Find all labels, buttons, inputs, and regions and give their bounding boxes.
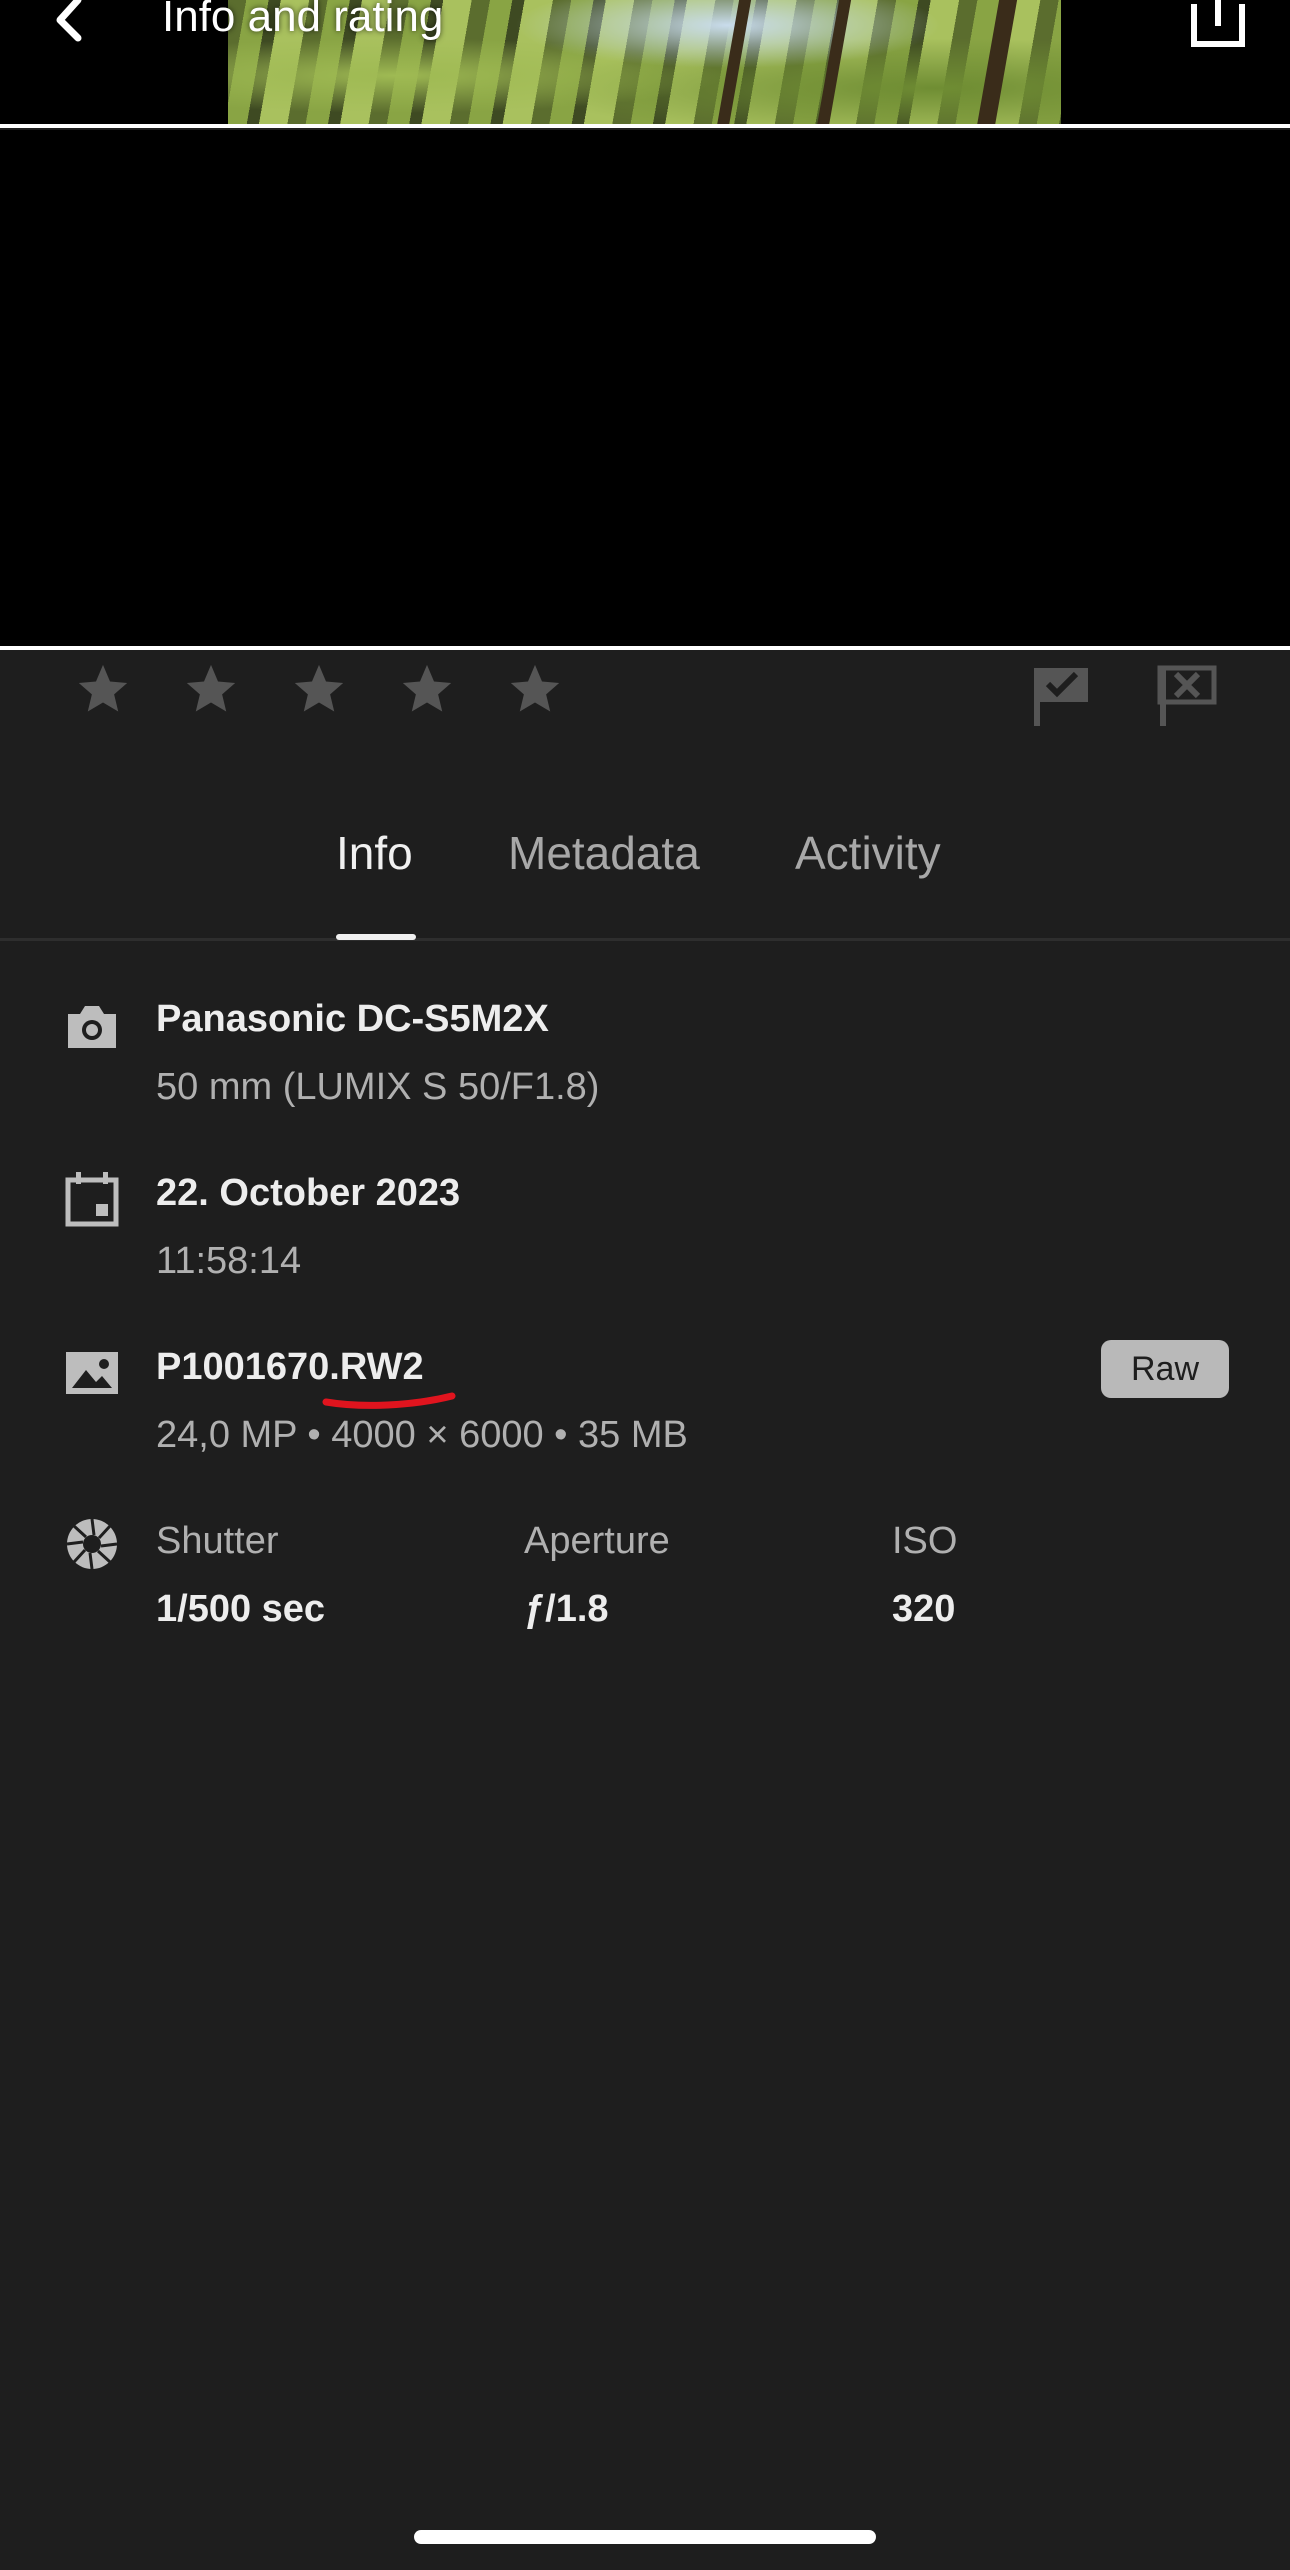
- image-icon: [66, 1352, 118, 1394]
- tab-info[interactable]: Info: [336, 826, 413, 880]
- reject-flag-icon[interactable]: [1156, 664, 1220, 728]
- capture-time: 11:58:14: [156, 1240, 302, 1282]
- page-title: Info and rating: [162, 0, 444, 41]
- tab-bar: Info Metadata Activity: [0, 810, 1290, 940]
- tree-trunk: [716, 0, 752, 126]
- star-icon[interactable]: [74, 660, 132, 718]
- aperture-icon: [66, 1518, 118, 1570]
- aperture-value: ƒ/1.8: [524, 1588, 609, 1630]
- active-tab-indicator: [336, 934, 416, 940]
- shutter-value: 1/500 sec: [156, 1588, 326, 1630]
- raw-badge: Raw: [1101, 1340, 1229, 1398]
- star-rating[interactable]: [74, 660, 564, 730]
- capture-date: 22. October 2023: [156, 1172, 461, 1214]
- tab-activity[interactable]: Activity: [795, 826, 941, 880]
- lens-info: 50 mm (LUMIX S 50/F1.8): [156, 1066, 600, 1108]
- camera-model: Panasonic DC-S5M2X: [156, 998, 549, 1040]
- tree-trunk: [976, 0, 1018, 126]
- calendar-icon: [65, 1172, 119, 1227]
- tree-trunk: [816, 0, 852, 126]
- back-button[interactable]: [40, 0, 100, 50]
- top-bar: Info and rating: [0, 0, 1290, 126]
- home-indicator[interactable]: [414, 2530, 876, 2544]
- star-icon[interactable]: [506, 660, 564, 718]
- share-button[interactable]: [1188, 0, 1248, 50]
- camera-icon: [68, 1006, 116, 1048]
- photo-preview-area: [0, 130, 1290, 646]
- red-underline-annotation: [322, 1392, 456, 1409]
- star-icon[interactable]: [182, 660, 240, 718]
- pick-flag-icon[interactable]: [1030, 664, 1094, 728]
- iso-value: 320: [892, 1588, 956, 1630]
- share-icon: [1191, 0, 1245, 47]
- chevron-left-icon: [56, 0, 82, 42]
- iso-label: ISO: [892, 1520, 958, 1562]
- file-details: 24,0 MP • 4000 × 6000 • 35 MB: [156, 1414, 688, 1456]
- divider: [0, 646, 1290, 650]
- divider: [0, 124, 1290, 128]
- star-icon[interactable]: [290, 660, 348, 718]
- aperture-label: Aperture: [524, 1520, 670, 1562]
- file-name: P1001670.RW2: [156, 1346, 424, 1388]
- tabs-divider: [0, 938, 1290, 941]
- tab-metadata[interactable]: Metadata: [508, 826, 700, 880]
- shutter-label: Shutter: [156, 1520, 279, 1562]
- star-icon[interactable]: [398, 660, 456, 718]
